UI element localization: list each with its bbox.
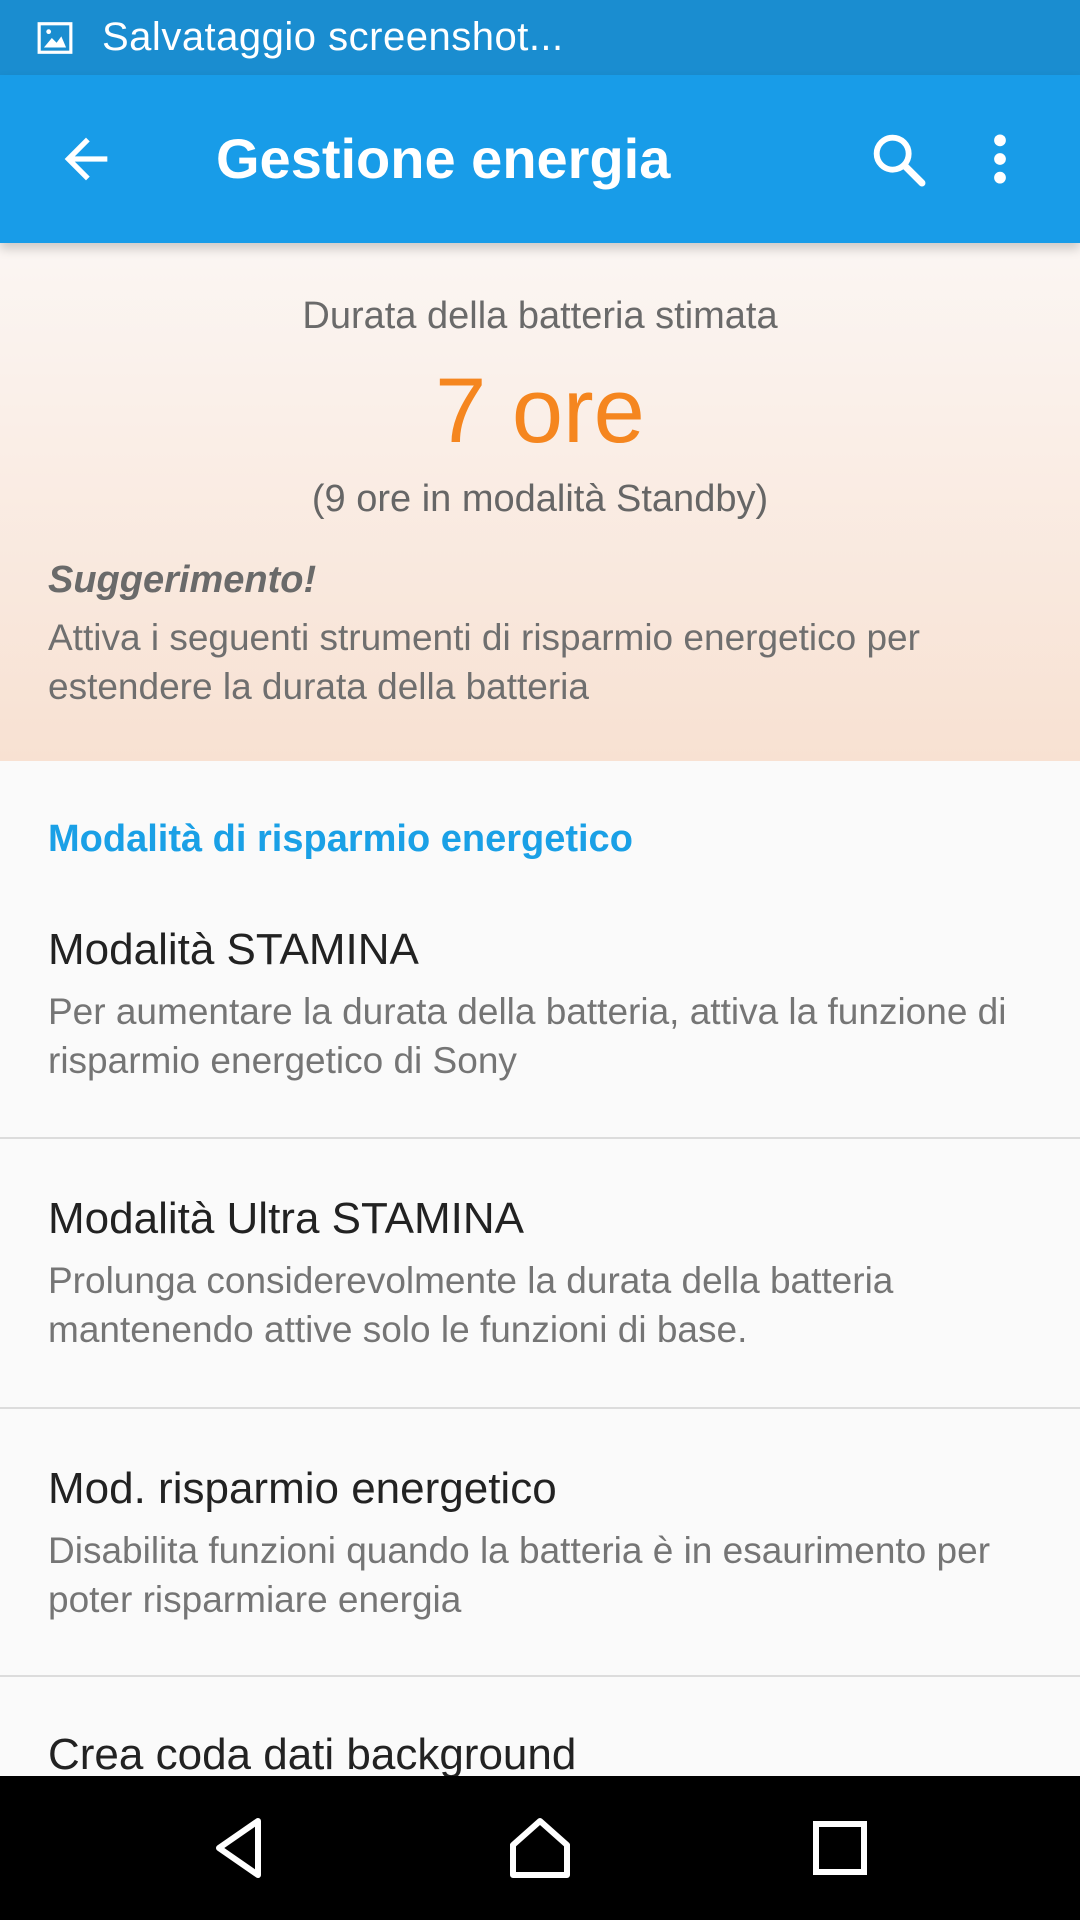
list-item-title: Modalità Ultra STAMINA <box>48 1194 524 1243</box>
battery-estimate-label: Durata della batteria stimata <box>302 295 778 337</box>
list-item-ultra-stamina[interactable]: Modalità Ultra STAMINA Prolunga consider… <box>0 1139 1080 1407</box>
standby-estimate: (9 ore in modalità Standby) <box>311 478 769 520</box>
nav-back-icon[interactable] <box>204 1812 276 1884</box>
more-vert-icon[interactable] <box>984 127 1016 191</box>
list-item-subtitle: Prolunga considerevolmente la durata del… <box>48 1260 894 1350</box>
app-bar: Gestione energia <box>0 75 1080 243</box>
list-item-title: Modalità STAMINA <box>48 925 419 974</box>
page-title: Gestione energia <box>216 127 671 190</box>
nav-home-icon[interactable] <box>504 1812 576 1884</box>
status-notification-text: Salvataggio screenshot... <box>102 15 564 59</box>
list-item-subtitle: Disabilita funzioni quando la batteria è… <box>48 1530 991 1620</box>
list-item-title: Crea coda dati background <box>48 1730 577 1776</box>
section-header: Modalità di risparmio energetico <box>48 818 633 860</box>
image-icon <box>37 21 73 54</box>
battery-estimate-value: 7 ore <box>435 360 645 462</box>
list-item-stamina[interactable]: Modalità STAMINA Per aumentare la durata… <box>0 905 1080 1137</box>
list-item-subtitle: Per aumentare la durata della batteria, … <box>48 991 1007 1081</box>
list-item-power-saving[interactable]: Mod. risparmio energetico Disabilita fun… <box>0 1409 1080 1675</box>
list-item-title: Mod. risparmio energetico <box>48 1464 557 1513</box>
arrow-back-icon[interactable] <box>54 127 118 191</box>
tip-title: Suggerimento! <box>48 559 317 601</box>
status-bar: Salvataggio screenshot... <box>0 0 1080 75</box>
tip-text: Attiva i seguenti strumenti di risparmio… <box>48 617 920 707</box>
navigation-bar <box>0 1776 1080 1920</box>
list-item-background-data[interactable]: Crea coda dati background <box>0 1677 1080 1776</box>
battery-summary: Durata della batteria stimata 7 ore (9 o… <box>0 243 1080 761</box>
search-icon[interactable] <box>866 127 930 191</box>
nav-recents-icon[interactable] <box>804 1812 876 1884</box>
